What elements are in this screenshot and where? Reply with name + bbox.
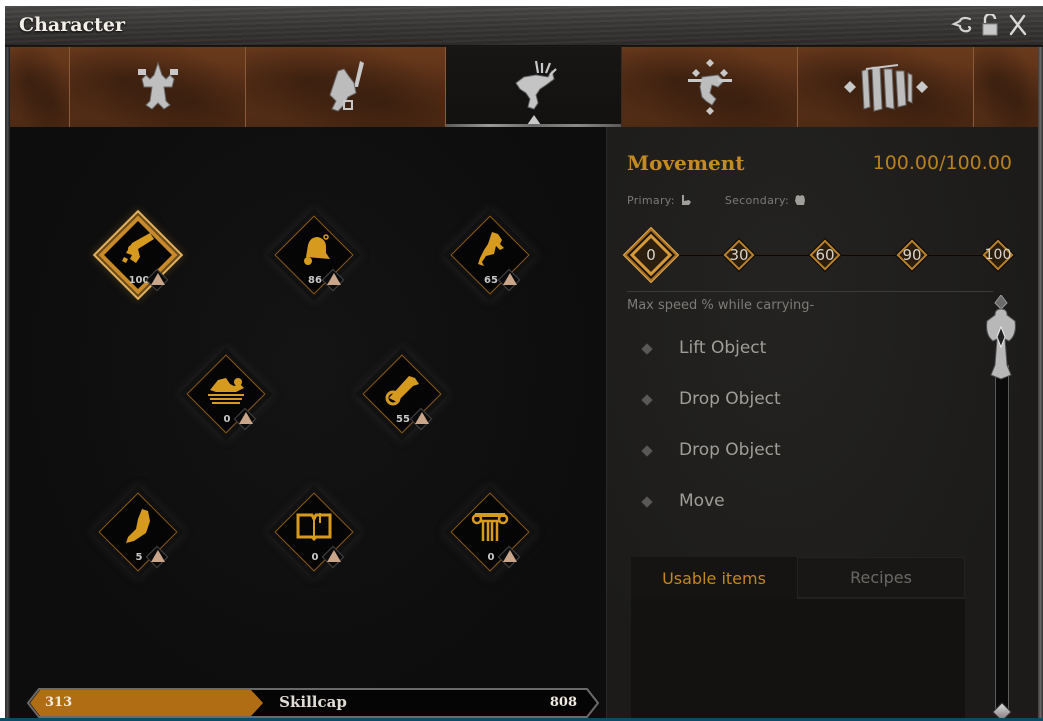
tab-crafting[interactable] [70,47,246,127]
skill-swimming[interactable]: 0 [186,354,266,434]
items-tab-panel: Usable items Recipes [631,557,965,721]
milestone-60[interactable]: 60 [807,237,843,273]
milestone-30[interactable]: 30 [721,237,757,273]
hunter-glyph-icon [514,60,557,110]
upgrade-arrow-icon[interactable] [327,550,341,562]
skill-progress: 100.00/100.00 [872,152,1012,174]
skill-detail-panel: Movement 100.00/100.00 Primary: Secondar… [606,127,1038,721]
unlock-icon[interactable] [979,13,1001,37]
skill-prayer[interactable]: 5 [98,492,178,572]
mystic-glyph-icon [687,59,732,115]
character-window: Character 100 86 65 0 55 5 0 0 313 Skill… [5,6,1043,721]
divider [627,291,993,292]
perk-item[interactable]: Drop Object [641,389,781,440]
diamond-bullet-icon [641,496,653,508]
tab-spacer-left [10,47,70,127]
milestone-0[interactable]: 0 [625,229,677,281]
secondary-attribute-label: Secondary: [724,193,789,207]
detail-scrollbar[interactable] [986,294,1016,721]
skill-lore[interactable]: 0 [274,492,354,572]
flexed-arm-icon [681,195,691,205]
bell-icon [292,227,336,271]
skillcap-label: Skillcap [279,693,347,711]
perk-item[interactable]: Lift Object [641,338,781,389]
tab-spacer-right [974,47,1038,127]
tab-recipes[interactable]: Recipes [797,557,965,599]
active-tab-marker [526,115,541,125]
close-icon[interactable] [1007,13,1029,37]
tab-social[interactable] [798,47,974,127]
tab-survival[interactable] [446,47,622,127]
scrollbar-track[interactable] [995,365,1009,713]
upgrade-arrow-icon[interactable] [327,273,341,285]
fist-icon [794,195,805,205]
milestone-track: 0 30 60 90 100 [625,227,1019,283]
attribute-line: Primary: Secondary: [627,193,807,207]
upgrade-arrow-icon[interactable] [151,273,165,285]
perk-list: Lift Object Drop Object Drop Object Move [641,338,781,542]
skill-bell[interactable]: 86 [274,215,354,295]
skill-architecture[interactable]: 0 [450,492,530,572]
skill-title: Movement [627,151,745,175]
raven-scroll-thumb-icon[interactable] [983,294,1019,381]
skill-tree-panel: 100 86 65 0 55 5 0 0 [10,127,606,721]
warrior-glyph-icon [328,61,364,112]
perk-description: Max speed % while carrying- [627,298,815,313]
upgrade-arrow-icon[interactable] [151,550,165,562]
skillcap-max: 808 [549,695,577,710]
window-controls [951,13,1029,37]
diamond-bullet-icon [641,343,653,355]
skill-movement[interactable]: 100 [98,215,178,295]
praying-hands-icon [116,504,160,548]
primary-attribute-label: Primary: [627,193,675,207]
tab-magic[interactable] [622,47,798,127]
upgrade-arrow-icon[interactable] [503,273,517,285]
diamond-bullet-icon [641,394,653,406]
skill-riding[interactable]: 65 [450,215,530,295]
pin-icon[interactable] [951,13,973,37]
window-title: Character [19,14,126,36]
tab-combat[interactable] [246,47,446,127]
swimmer-icon [204,366,248,410]
upgrade-arrow-icon[interactable] [239,412,253,424]
carrying-log-icon [116,227,160,271]
perk-item[interactable]: Move [641,491,781,542]
open-book-icon [292,504,336,548]
column-icon [468,504,512,548]
scroll-icon [380,366,424,410]
horse-icon [468,227,512,271]
diamond-bullet-icon [641,445,653,457]
milestone-100[interactable]: 100 [980,237,1016,273]
tab-usable-items[interactable]: Usable items [631,557,797,599]
skill-scroll[interactable]: 55 [362,354,442,434]
group-glyph-icon [843,64,928,112]
category-tab-bar [10,47,1038,127]
perk-item[interactable]: Drop Object [641,440,781,491]
window-frame-right [1038,47,1043,721]
upgrade-arrow-icon[interactable] [503,550,517,562]
skillcap-bar: 313 Skillcap 808 [27,688,599,718]
title-bar[interactable]: Character [5,6,1043,46]
milestone-90[interactable]: 90 [894,237,930,273]
craftsman-glyph-icon [137,61,178,110]
upgrade-arrow-icon[interactable] [415,412,429,424]
